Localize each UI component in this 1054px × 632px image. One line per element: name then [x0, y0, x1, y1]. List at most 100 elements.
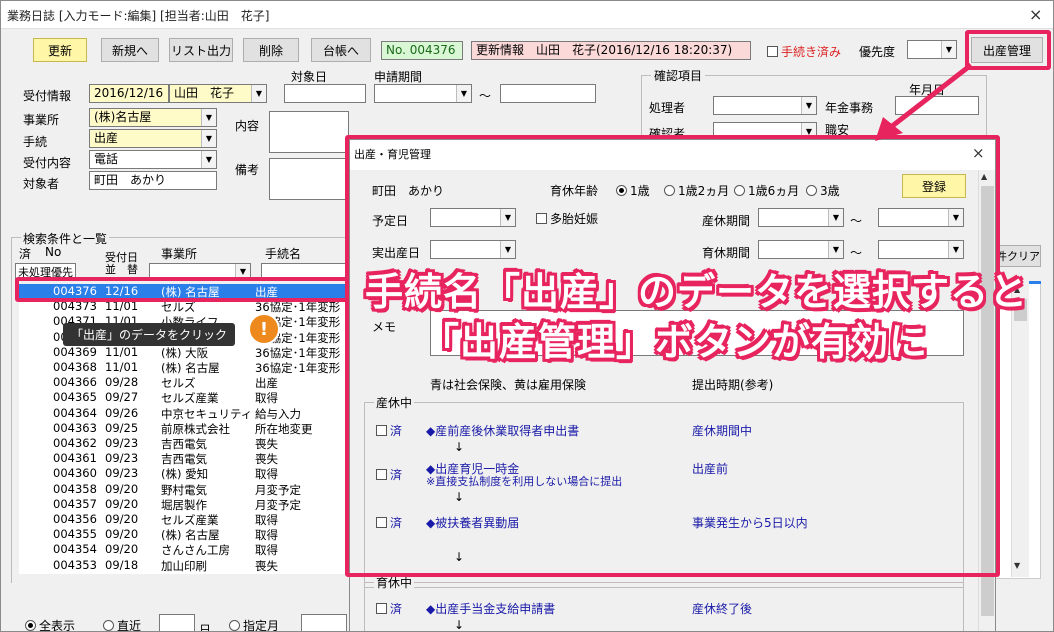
office-select[interactable]: (株)名古屋 ▼ — [89, 108, 217, 127]
row-date: 11/01 — [105, 360, 139, 374]
naiyou-textarea[interactable] — [269, 111, 349, 153]
tilde: ～ — [479, 89, 492, 103]
checkbox-icon[interactable] — [767, 46, 778, 57]
table-row[interactable]: 004360 09/23 (株) 愛知 取得 — [19, 466, 349, 481]
table-row[interactable]: 004353 09/18 加山印刷 喪失 — [19, 558, 349, 573]
table-row[interactable]: 004366 09/28 セルズ 出産 — [19, 375, 349, 390]
warning-icon: ! — [248, 313, 280, 345]
day-label: 日 — [199, 623, 212, 632]
delete-button[interactable]: 削除 — [243, 38, 299, 62]
row-office: (株) 愛知 — [161, 467, 209, 482]
callout-line1: 手続名「出産」のデータを選択すると — [365, 270, 1029, 314]
target-date-input[interactable] — [284, 84, 366, 103]
procedure-select[interactable]: 出産 ▼ — [89, 129, 217, 148]
bikou-label: 備考 — [235, 163, 260, 177]
row-date: 09/23 — [105, 466, 139, 481]
row-office: 中京セキュリティ — [161, 406, 253, 421]
row-office: 前原株式会社 — [161, 421, 230, 436]
table-row[interactable]: 004368 11/01 (株) 名古屋 36協定･1年変形 — [19, 360, 349, 375]
confirm-title: 確認項目 — [651, 67, 706, 84]
recent-days-input[interactable] — [159, 614, 195, 631]
radio-icon[interactable] — [25, 620, 36, 631]
period-end-input[interactable] — [500, 84, 596, 103]
row-office: 堀居製作 — [161, 497, 207, 512]
receipt-person-select[interactable]: 山田 花子 ▼ — [169, 84, 267, 103]
period-start-select[interactable]: ▼ — [374, 84, 472, 103]
radio-icon[interactable] — [229, 620, 240, 631]
target-label: 対象者 — [23, 177, 60, 191]
row-no: 004354 — [53, 542, 97, 557]
record-number: No. 004376 — [381, 41, 463, 60]
bikou-textarea[interactable] — [269, 158, 349, 200]
highlight-selected-row — [15, 277, 353, 302]
list-output-button[interactable]: リスト出力 — [169, 38, 233, 62]
row-proc: 取得 — [255, 543, 278, 558]
row-office: 加山印刷 — [161, 558, 207, 573]
col-done: 済 — [19, 247, 32, 261]
main-window: 業務日誌 [入力モード:編集] [担当者:山田 花子] × 更新 新規へ リスト… — [0, 0, 1054, 632]
row-date: 09/20 — [105, 542, 139, 557]
row-office: 野村電気 — [161, 482, 207, 497]
row-office: 吉西電気 — [161, 437, 207, 451]
chevron-down-icon: ▼ — [801, 97, 816, 114]
content-value: 電話 — [94, 152, 119, 166]
table-row[interactable]: 004355 09/20 (株) 名古屋 取得 — [19, 527, 349, 542]
row-date: 09/20 — [105, 496, 139, 511]
row-date: 09/27 — [105, 390, 139, 405]
item4-name[interactable]: ◆出産手当金支給申請書 — [426, 600, 555, 617]
row-proc: 喪失 — [255, 452, 278, 467]
table-row[interactable]: 004362 09/23 吉西電気 喪失 — [19, 436, 349, 451]
row-proc: 36協定･1年変形 — [255, 361, 341, 375]
table-row[interactable]: 004365 09/27 セルズ産業 取得 — [19, 390, 349, 405]
callout-line2: 「出産管理」ボタンが有効に — [421, 320, 929, 364]
done-label: 手続き済み — [781, 45, 842, 59]
month-input[interactable] — [301, 614, 347, 631]
radio-recent[interactable]: 直近 — [103, 617, 141, 631]
table-row[interactable]: 004358 09/20 野村電気 月変予定 — [19, 482, 349, 497]
ledger-button[interactable]: 台帳へ — [311, 38, 371, 62]
close-icon[interactable]: × — [1029, 7, 1042, 23]
row-office: さんさん工房 — [161, 543, 230, 558]
update-info: 更新情報 山田 花子(2016/12/16 18:20:37) — [471, 41, 751, 60]
col-no: No — [45, 245, 62, 259]
click-hint-tooltip: 「出産」のデータをクリック — [63, 323, 236, 346]
col-sort: 並 替 — [105, 263, 138, 276]
table-row[interactable]: 004361 09/23 吉西電気 喪失 — [19, 451, 349, 466]
item4-check-label: 済 — [390, 602, 403, 616]
chevron-down-icon: ▼ — [235, 264, 250, 278]
item4-check[interactable]: 済 — [376, 600, 402, 617]
table-row[interactable]: 004354 09/20 さんさん工房 取得 — [19, 542, 349, 557]
office-label: 事業所 — [23, 113, 60, 127]
update-button[interactable]: 更新 — [33, 38, 87, 62]
row-no: 004362 — [53, 436, 97, 450]
radio-month[interactable]: 指定月 — [229, 617, 279, 631]
row-date: 09/28 — [105, 375, 139, 390]
checkbox-icon[interactable] — [376, 603, 387, 614]
row-no: 004358 — [53, 481, 97, 496]
period-label: 申請期間 — [374, 70, 423, 84]
new-button[interactable]: 新規へ — [101, 38, 159, 62]
target-person[interactable]: 町田 あかり — [89, 171, 217, 190]
row-proc: 所在地変更 — [255, 421, 313, 436]
row-date: 09/20 — [105, 512, 139, 526]
scroll-down-icon[interactable]: ▼ — [1014, 561, 1020, 570]
table-row[interactable]: 004357 09/20 堀居製作 月変予定 — [19, 497, 349, 512]
handler-select[interactable]: ▼ — [713, 96, 817, 115]
receipt-date[interactable]: 2016/12/16 — [89, 84, 169, 103]
content-select[interactable]: 電話 ▼ — [89, 150, 217, 169]
receipt-label: 受付情報 — [23, 89, 72, 103]
done-checkbox[interactable]: 手続き済み — [767, 43, 841, 60]
table-row[interactable]: 004364 09/26 中京セキュリティ 給与入力 — [19, 406, 349, 421]
table-row[interactable]: 004363 09/25 前原株式会社 所在地変更 — [19, 421, 349, 436]
row-proc: 喪失 — [255, 437, 278, 451]
row-no: 004365 — [53, 390, 97, 405]
radio-icon[interactable] — [103, 620, 114, 631]
table-row[interactable]: 004356 09/20 セルズ産業 取得 — [19, 512, 349, 527]
table-row[interactable]: 004369 11/01 (株) 大阪 36協定･1年変形 — [19, 345, 349, 360]
row-date: 09/20 — [105, 527, 139, 542]
radio-all[interactable]: 全表示 — [25, 617, 75, 631]
row-office: (株) 大阪 — [161, 345, 209, 360]
list-scrollbar[interactable]: ▲ ▼ — [1011, 281, 1029, 577]
priority-select[interactable]: ▼ — [907, 40, 957, 59]
row-no: 004353 — [53, 557, 97, 572]
